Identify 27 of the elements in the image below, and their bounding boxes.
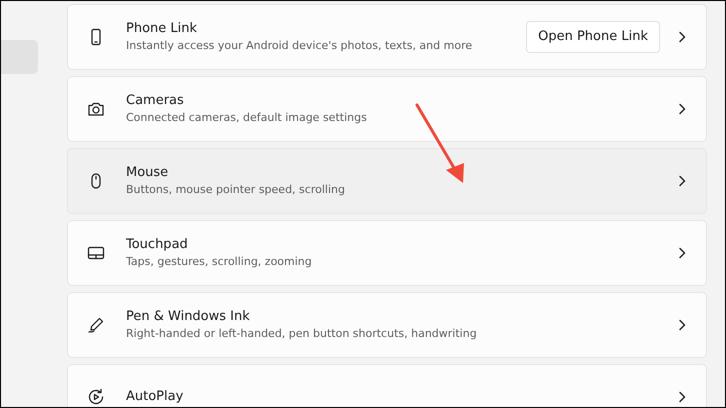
setting-description: Connected cameras, default image settings	[126, 110, 368, 126]
settings-card[interactable]: Pen & Windows Ink Right-handed or left-handed, pen button shortcuts, handwriting	[67, 292, 707, 358]
setting-description: Buttons, mouse pointer speed, scrolling	[126, 182, 346, 198]
pen-icon	[86, 315, 106, 335]
settings-card[interactable]: Phone Link Instantly access your Android device's photos, texts, and more Open Phone Link	[67, 4, 707, 70]
setting-description: Instantly access your Android device's photos, texts, and more	[126, 38, 474, 54]
chevron-right-icon	[678, 175, 686, 187]
setting-title: Touchpad	[126, 236, 189, 254]
setting-title: Mouse	[126, 164, 170, 182]
setting-title: Phone Link	[126, 20, 198, 38]
chevron-right-icon	[678, 103, 686, 115]
setting-title: Cameras	[126, 92, 185, 110]
chevron-right-icon	[678, 247, 686, 259]
settings-card[interactable]: AutoPlay	[67, 364, 707, 407]
setting-description: Taps, gestures, scrolling, zooming	[126, 254, 313, 270]
open-phone-link-button[interactable]: Open Phone Link	[526, 21, 660, 53]
play-refresh-icon	[86, 387, 106, 407]
settings-card[interactable]: Mouse Buttons, mouse pointer speed, scrolling	[67, 148, 707, 214]
setting-title: AutoPlay	[126, 388, 184, 406]
chevron-right-icon	[678, 391, 686, 403]
settings-card[interactable]: Cameras Connected cameras, default image settings	[67, 76, 707, 142]
sidebar-item[interactable]	[1, 40, 38, 74]
chevron-right-icon	[678, 31, 686, 43]
chevron-right-icon	[678, 319, 686, 331]
setting-title: Pen & Windows Ink	[126, 308, 251, 326]
settings-card[interactable]: Touchpad Taps, gestures, scrolling, zooming	[67, 220, 707, 286]
setting-description: Right-handed or left-handed, pen button shortcuts, handwriting	[126, 326, 478, 342]
